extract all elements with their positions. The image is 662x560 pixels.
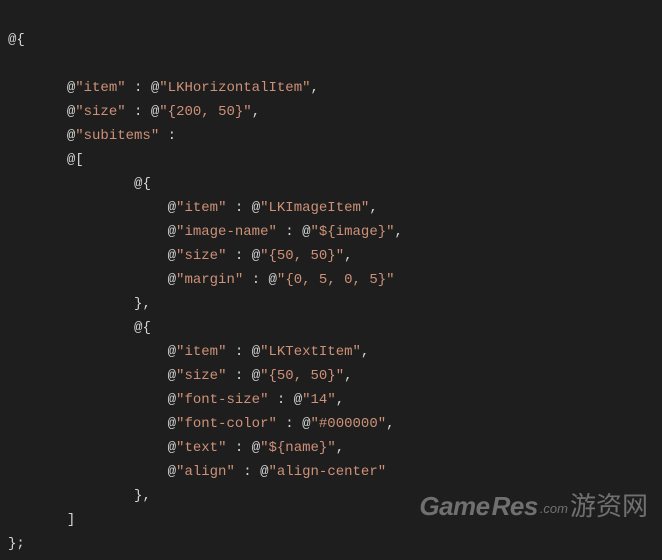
code-line: @"size" : @"{50, 50}", <box>8 248 353 264</box>
key-size: size <box>84 104 118 120</box>
val-size: {50, 50} <box>269 368 336 384</box>
val-item: LKImageItem <box>269 200 361 216</box>
code-line: }; <box>8 536 25 552</box>
code-line: @{ <box>8 32 25 48</box>
val-size: {50, 50} <box>269 248 336 264</box>
code-line: }, <box>8 296 151 312</box>
key-size: size <box>184 248 218 264</box>
key-item: item <box>184 200 218 216</box>
val-item: LKHorizontalItem <box>168 80 302 96</box>
val-size: {200, 50} <box>168 104 244 120</box>
code-block: @{ @"item" : @"LKHorizontalItem", @"size… <box>0 0 662 560</box>
key-text: text <box>184 440 218 456</box>
key-image-name: image-name <box>184 224 268 240</box>
val-image-name: ${image} <box>319 224 386 240</box>
val-font-color: #000000 <box>319 416 378 432</box>
code-line: @"font-size" : @"14", <box>8 392 344 408</box>
val-text: ${name} <box>269 440 328 456</box>
code-line: @"image-name" : @"${image}", <box>8 224 403 240</box>
val-align: align-center <box>277 464 378 480</box>
code-line: }, <box>8 488 151 504</box>
key-align: align <box>184 464 226 480</box>
code-line: @"size" : @"{50, 50}", <box>8 368 353 384</box>
val-item: LKTextItem <box>269 344 353 360</box>
key-subitems: subitems <box>84 128 151 144</box>
code-line: @"item" : @"LKTextItem", <box>8 344 369 360</box>
code-line: @"item" : @"LKImageItem", <box>8 200 378 216</box>
code-line: @{ <box>8 320 151 336</box>
val-margin: {0, 5, 0, 5} <box>285 272 386 288</box>
key-item: item <box>84 80 118 96</box>
code-line: @"align" : @"align-center" <box>8 464 386 480</box>
code-line <box>8 56 16 72</box>
code-line: @"margin" : @"{0, 5, 0, 5}" <box>8 272 395 288</box>
key-item: item <box>184 344 218 360</box>
code-line: @[ <box>8 152 84 168</box>
key-font-size: font-size <box>184 392 260 408</box>
val-font-size: 14 <box>311 392 328 408</box>
code-line: @"font-color" : @"#000000", <box>8 416 395 432</box>
key-font-color: font-color <box>184 416 268 432</box>
code-line: @"item" : @"LKHorizontalItem", <box>8 80 319 96</box>
code-line: @"size" : @"{200, 50}", <box>8 104 260 120</box>
code-line: @"subitems" : <box>8 128 176 144</box>
key-margin: margin <box>184 272 234 288</box>
key-size: size <box>184 368 218 384</box>
code-line: @{ <box>8 176 151 192</box>
code-line: ] <box>8 512 75 528</box>
code-line: @"text" : @"${name}", <box>8 440 344 456</box>
